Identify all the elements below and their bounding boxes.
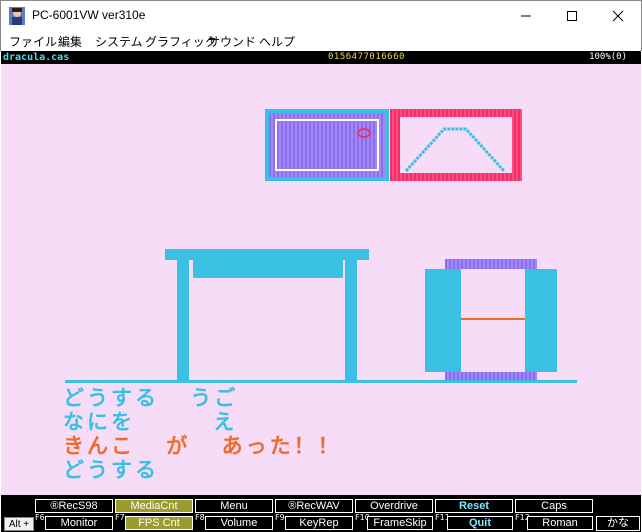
game-text-line-2: なにを え xyxy=(63,410,238,434)
fkey-volume[interactable]: Volume xyxy=(205,516,273,530)
fkey-number-f7: F7 xyxy=(115,513,125,522)
mountain-outline xyxy=(404,127,506,173)
close-button[interactable] xyxy=(595,1,641,31)
status-bar: dracula.cas 0156477016660 100%(0) xyxy=(1,51,641,64)
fkey-mediacnt[interactable]: MediaCnt xyxy=(115,499,193,513)
fkey-overdrive[interactable]: Overdrive xyxy=(355,499,433,513)
fkey-caps[interactable]: Caps xyxy=(515,499,593,513)
table-drawer xyxy=(193,260,343,278)
fkey-number-f9: F9 xyxy=(275,513,285,522)
menu-bar: ファイル 編集 システム グラフィック サウンド ヘルプ xyxy=(0,30,642,51)
fkey-number-f8: F8 xyxy=(195,513,205,522)
kana-toggle[interactable]: かな xyxy=(596,516,640,531)
cabinet-door-right xyxy=(525,269,557,372)
table-top xyxy=(165,249,369,260)
fkey-reset[interactable]: Reset xyxy=(435,499,513,513)
fkey-monitor[interactable]: Monitor xyxy=(45,516,113,530)
table-leg-right xyxy=(345,260,357,383)
menu-sound[interactable]: サウンド xyxy=(208,33,256,50)
maximize-button[interactable] xyxy=(549,1,595,31)
cabinet-shelf xyxy=(461,318,525,320)
menu-system[interactable]: システム xyxy=(95,33,143,50)
menu-file[interactable]: ファイル xyxy=(9,33,57,50)
tape-counter: 0156477016660 xyxy=(328,52,405,62)
game-text-line-4: どうする xyxy=(63,458,159,482)
maximize-icon xyxy=(567,11,577,21)
menu-edit[interactable]: 編集 xyxy=(58,33,82,50)
emulator-screen[interactable]: どうする うご なにを え きんこ が あった！！ どうする xyxy=(1,64,641,495)
game-text-line-1: どうする うご xyxy=(63,386,239,410)
cabinet-top-trim xyxy=(445,259,537,269)
fkey-roman[interactable]: Roman xyxy=(527,516,593,530)
close-icon xyxy=(612,10,624,22)
table-leg-left xyxy=(177,260,189,383)
fkey-keyrep[interactable]: KeyRep xyxy=(285,516,353,530)
fkey-recwav[interactable]: ®RecWAV xyxy=(275,499,353,513)
painting-left-ring xyxy=(357,128,371,138)
cabinet-interior xyxy=(461,269,525,372)
fkey-menu[interactable]: Menu xyxy=(195,499,273,513)
game-text-line-3: きんこ が あった！！ xyxy=(63,434,342,458)
fkey-number-f6: F6 xyxy=(35,513,45,522)
fkey-frameskip[interactable]: FrameSkip xyxy=(367,516,433,530)
function-key-bar: ®RecS98 MediaCnt Menu ®RecWAV Overdrive … xyxy=(1,495,641,532)
menu-help[interactable]: ヘルプ xyxy=(259,33,295,50)
fkey-fps-cnt[interactable]: FPS Cnt xyxy=(125,516,193,530)
window-title: PC-6001VW ver310e xyxy=(32,8,146,22)
tape-filename: dracula.cas xyxy=(3,52,70,63)
minimize-button[interactable] xyxy=(503,1,549,31)
app-icon xyxy=(9,7,25,25)
fkey-quit[interactable]: Quit xyxy=(447,516,513,530)
title-bar: PC-6001VW ver310e xyxy=(0,0,642,30)
alt-modifier-label: Alt + xyxy=(4,517,34,531)
fkey-recs98[interactable]: ®RecS98 xyxy=(35,499,113,513)
painting-left-frame xyxy=(275,119,379,171)
cabinet-door-left xyxy=(425,269,461,372)
zoom-level: 100%(0) xyxy=(589,52,627,62)
minimize-icon xyxy=(521,15,531,17)
menu-graphics[interactable]: グラフィック xyxy=(145,33,217,50)
floor-line xyxy=(65,380,577,383)
